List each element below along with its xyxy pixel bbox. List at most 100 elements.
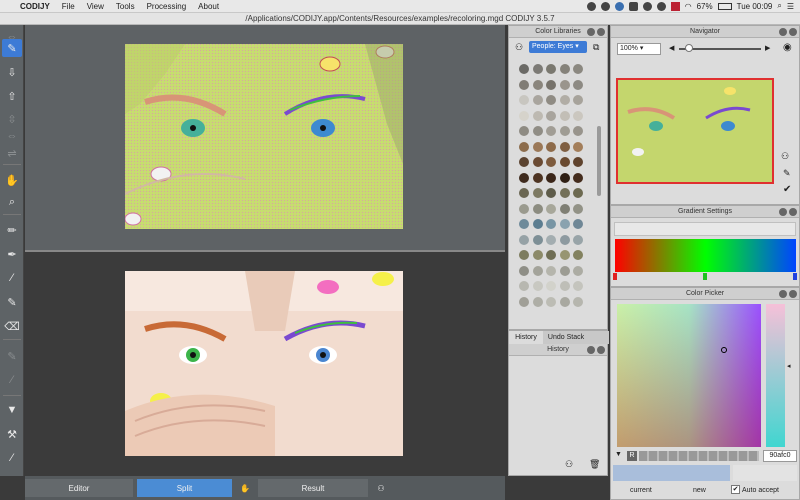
compare-icon[interactable]: ⚇ [372,479,390,497]
color-swatch[interactable] [519,157,529,167]
app-menu[interactable]: CODIJY [18,2,56,11]
search-icon[interactable]: ⌕ [777,1,781,11]
color-swatch[interactable] [532,79,543,90]
menu-tools[interactable]: Tools [110,2,141,11]
hammer-icon[interactable]: ⚒ [2,425,22,443]
result-photo[interactable] [125,271,403,456]
color-swatch[interactable] [573,234,583,245]
color-swatch[interactable] [519,296,529,307]
color-swatch[interactable] [573,141,583,152]
color-swatch[interactable] [532,157,543,167]
clock[interactable]: Tue 00:09 [737,2,773,11]
color-swatch[interactable] [546,296,556,307]
navigator-float-icon[interactable] [779,28,787,36]
editor-canvas[interactable] [25,25,505,251]
tool-align-icon[interactable]: ⇳ [2,110,22,128]
color-swatch[interactable] [573,265,583,276]
color-swatch[interactable] [532,126,543,136]
color-swatch[interactable] [546,110,556,121]
color-swatch[interactable] [559,234,570,245]
color-field[interactable] [617,304,761,447]
color-swatch[interactable] [546,219,556,229]
color-swatch[interactable] [519,188,529,198]
color-swatch[interactable] [532,64,543,74]
result-button[interactable]: Result [258,479,368,497]
edit-pencil-icon[interactable]: ✎ [783,168,791,179]
color-swatch[interactable] [532,95,543,105]
editor-button[interactable]: Editor [25,479,133,497]
color-swatch[interactable] [532,172,543,183]
gradient-stop-red[interactable] [613,273,617,280]
time-machine-icon[interactable] [642,1,652,11]
color-swatch[interactable] [532,110,543,121]
checkmark-icon[interactable]: ✔ [783,184,791,195]
color-swatch[interactable] [519,141,529,152]
picker-close-icon[interactable] [789,290,797,298]
battery-icon[interactable] [717,2,732,10]
wifi-icon[interactable]: ◠ [685,2,692,11]
dropbox-icon[interactable] [614,1,624,11]
color-swatch[interactable] [519,110,529,121]
color-swatch[interactable] [559,141,570,152]
sync-icon[interactable] [600,1,610,11]
color-swatch[interactable] [546,265,556,276]
eraser-icon[interactable]: ⌫ [2,317,22,335]
color-swatch[interactable] [559,79,570,90]
color-swatch[interactable] [559,95,570,105]
color-swatch[interactable] [559,265,570,276]
navigator-preview[interactable] [616,78,774,184]
history-float-icon[interactable] [587,346,595,354]
color-swatch[interactable] [573,296,583,307]
dashed-line-icon[interactable]: ⁄ [2,269,22,287]
flag-icon[interactable] [670,1,680,11]
color-swatch[interactable] [532,234,543,245]
color-swatch[interactable] [559,157,570,167]
people-icon[interactable]: ⚇ [515,42,523,53]
split-button[interactable]: Split [137,479,232,497]
color-swatch[interactable] [532,141,543,152]
color-swatch[interactable] [573,95,583,105]
zoom-slider-thumb[interactable] [685,44,693,52]
color-swatch[interactable] [559,203,570,214]
color-swatch[interactable] [573,110,583,121]
zoom-select[interactable]: 100% ▾ [617,43,661,55]
color-swatch[interactable] [532,188,543,198]
export-icon[interactable]: ⇧ [2,87,22,105]
current-color-swatch[interactable] [613,465,730,481]
color-swatch[interactable] [546,126,556,136]
zoom-out-icon[interactable]: ◀ [669,44,674,52]
color-field-cursor[interactable] [721,347,727,353]
channel-buttons[interactable] [639,451,759,461]
color-swatch[interactable] [546,172,556,183]
color-swatch[interactable] [573,219,583,229]
auto-accept-checkbox[interactable]: ✔ [731,485,740,494]
color-swatch[interactable] [546,188,556,198]
color-swatch[interactable] [573,281,583,291]
color-swatch[interactable] [519,172,529,183]
color-swatch[interactable] [573,203,583,214]
color-swatch[interactable] [519,265,529,276]
menu-view[interactable]: View [81,2,110,11]
color-swatch[interactable] [573,172,583,183]
color-swatch[interactable] [559,296,570,307]
library-settings-icon[interactable]: ⧉ [593,42,599,53]
picker-float-icon[interactable] [779,290,787,298]
color-swatch[interactable] [559,126,570,136]
color-swatch[interactable] [532,281,543,291]
new-color-swatch[interactable] [733,465,797,481]
color-swatch[interactable] [546,157,556,167]
panel-float-icon[interactable] [587,28,595,36]
color-swatch[interactable] [573,64,583,74]
gradient-close-icon[interactable] [789,208,797,216]
color-swatch[interactable] [532,296,543,307]
import-icon[interactable]: ⇩ [2,63,22,81]
menu-processing[interactable]: Processing [141,2,193,11]
brush-icon[interactable]: ✎ [2,293,22,311]
color-swatch[interactable] [573,126,583,136]
list-icon[interactable]: ☰ [787,2,794,11]
hand-icon[interactable]: ✋ [2,171,22,189]
navigator-close-icon[interactable] [789,28,797,36]
cloud-icon[interactable] [628,1,638,11]
gradient-bar[interactable] [615,239,796,272]
history-trash-icon[interactable]: 🗑 [589,459,600,470]
